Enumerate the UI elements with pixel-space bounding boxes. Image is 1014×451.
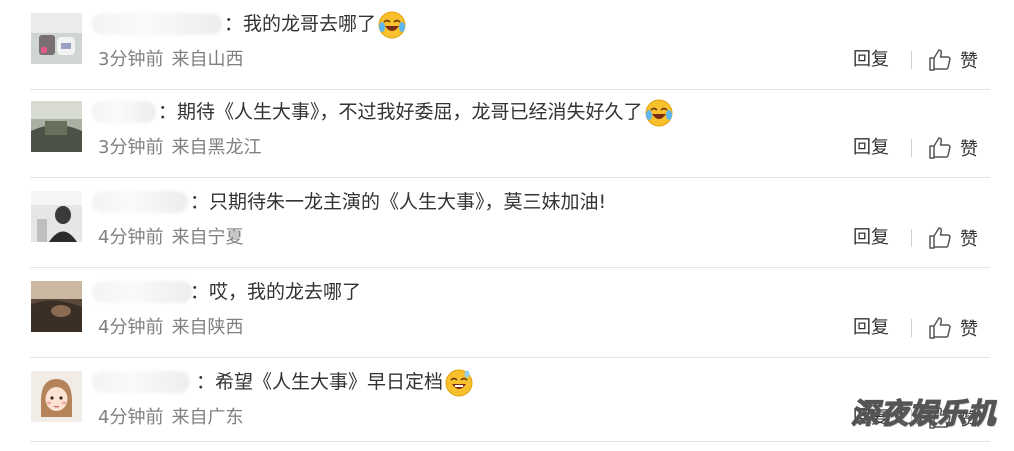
comment-meta: 4分钟前 来自宁夏 xyxy=(98,225,243,251)
comment-item: ：我的龙哥去哪了 3分钟前 来自山西 回复 赞 xyxy=(0,0,1014,90)
avatar[interactable] xyxy=(31,371,82,422)
like-button[interactable]: 赞 xyxy=(928,46,978,74)
action-separator xyxy=(911,139,912,157)
comment-text: ：哎，我的龙去哪了 xyxy=(190,281,362,303)
comment-meta: 4分钟前 来自广东 xyxy=(98,405,243,431)
comment-location: 来自广东 xyxy=(171,407,244,428)
like-label: 赞 xyxy=(960,51,978,72)
comment-time: 3分钟前 xyxy=(98,137,164,158)
username-blurred[interactable] xyxy=(92,101,156,123)
like-label: 赞 xyxy=(960,319,978,340)
grin-sweat-emoji-icon xyxy=(445,369,473,396)
comment-meta: 3分钟前 来自黑龙江 xyxy=(98,135,261,161)
laugh-cry-emoji-icon xyxy=(645,99,673,126)
comment-location: 来自宁夏 xyxy=(171,227,244,248)
comment-meta: 4分钟前 来自陕西 xyxy=(98,315,243,341)
divider xyxy=(30,441,990,442)
avatar[interactable] xyxy=(31,101,82,152)
username-blurred[interactable] xyxy=(92,371,190,393)
comment-item: ：期待《人生大事》，不过我好委屈，龙哥已经消失好久了 3分钟前 来自黑龙江 回复 … xyxy=(0,88,1014,178)
avatar[interactable] xyxy=(31,281,82,332)
comment-text: ：我的龙哥去哪了 xyxy=(224,10,406,39)
like-button[interactable]: 赞 xyxy=(928,314,978,342)
username-blurred[interactable] xyxy=(92,281,192,303)
action-separator xyxy=(911,229,912,247)
thumbs-up-icon xyxy=(929,317,951,339)
reply-button[interactable]: 回复 xyxy=(853,315,889,341)
reply-button[interactable]: 回复 xyxy=(853,225,889,251)
comment-meta: 3分钟前 来自山西 xyxy=(98,47,243,73)
comment-text: ：希望《人生大事》早日定档 xyxy=(196,368,473,397)
avatar[interactable] xyxy=(31,13,82,64)
comment-time: 4分钟前 xyxy=(98,317,164,338)
comment-location: 来自山西 xyxy=(171,49,244,70)
comment-text: ：只期待朱一龙主演的《人生大事》，莫三妹加油! xyxy=(190,191,607,213)
avatar[interactable] xyxy=(31,191,82,242)
laugh-cry-emoji-icon xyxy=(378,11,406,38)
comment-time: 4分钟前 xyxy=(98,407,164,428)
reply-button[interactable]: 回复 xyxy=(853,47,889,73)
comment-item: ：哎，我的龙去哪了 4分钟前 来自陕西 回复 赞 xyxy=(0,268,1014,358)
thumbs-up-icon xyxy=(929,49,951,71)
like-button[interactable]: 赞 xyxy=(928,134,978,162)
comment-text: ：期待《人生大事》，不过我好委屈，龙哥已经消失好久了 xyxy=(158,98,673,127)
watermark: 深夜娱乐机 xyxy=(850,396,996,430)
comment-location: 来自黑龙江 xyxy=(171,137,262,158)
like-label: 赞 xyxy=(960,229,978,250)
thumbs-up-icon xyxy=(929,227,951,249)
comment-location: 来自陕西 xyxy=(171,317,244,338)
action-separator xyxy=(911,319,912,337)
comment-time: 3分钟前 xyxy=(98,49,164,70)
comment-time: 4分钟前 xyxy=(98,227,164,248)
like-label: 赞 xyxy=(960,139,978,160)
comment-item: ：只期待朱一龙主演的《人生大事》，莫三妹加油! 4分钟前 来自宁夏 回复 赞 xyxy=(0,178,1014,268)
thumbs-up-icon xyxy=(929,137,951,159)
action-separator xyxy=(911,51,912,69)
like-button[interactable]: 赞 xyxy=(928,224,978,252)
reply-button[interactable]: 回复 xyxy=(853,135,889,161)
username-blurred[interactable] xyxy=(92,13,222,35)
username-blurred[interactable] xyxy=(92,191,188,213)
